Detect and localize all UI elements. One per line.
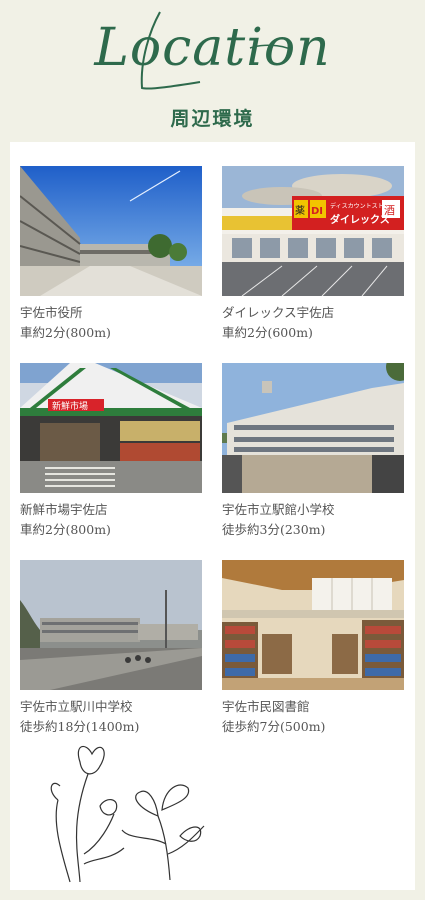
place-distance: 車約2分(800m) <box>20 325 111 340</box>
junior-high-school-photo <box>20 560 202 690</box>
pharmacy-sign-text: 薬 <box>295 205 305 217</box>
place-distance: 徒歩約18分(1400m) <box>20 719 140 734</box>
liquor-sign-text: 酒 <box>384 204 395 217</box>
library-photo <box>222 560 404 690</box>
direx-store-photo: 薬 DI ディスカウントストア ダイレックス 酒 <box>222 166 404 296</box>
place-name: 宇佐市役所 <box>20 305 83 320</box>
direx-sign-text: ダイレックス <box>330 213 390 226</box>
place-name: 宇佐市立駅館小学校 <box>222 502 335 517</box>
place-distance: 車約2分(600m) <box>222 325 313 340</box>
elementary-school-photo <box>222 363 404 493</box>
discount-store-text: ディスカウントストア <box>330 202 390 210</box>
place-name: 宇佐市立駅川中学校 <box>20 699 133 714</box>
place-distance: 徒歩約3分(230m) <box>222 522 326 537</box>
flower-line-art-decoration <box>50 745 205 883</box>
location-card: 宇佐市役所 車約2分(800m) 薬 DI ディスカウントストア ダイレックス … <box>10 142 415 890</box>
shinsen-ichiba-photo: 新鮮市場 <box>20 363 202 493</box>
place-name: 宇佐市民図書館 <box>222 699 310 714</box>
place-name: 新鮮市場宇佐店 <box>20 502 108 517</box>
place-distance: 徒歩約7分(500m) <box>222 719 326 734</box>
place-name: ダイレックス宇佐店 <box>222 305 335 320</box>
location-script-title: Location <box>94 18 331 78</box>
page-title: 周辺環境 <box>170 108 255 130</box>
direx-logo-text: DI <box>311 206 323 217</box>
city-hall-photo <box>20 166 202 296</box>
header: Location 周辺環境 <box>0 0 425 140</box>
shinsen-sign-text: 新鮮市場 <box>52 400 88 412</box>
place-distance: 車約2分(800m) <box>20 522 111 537</box>
